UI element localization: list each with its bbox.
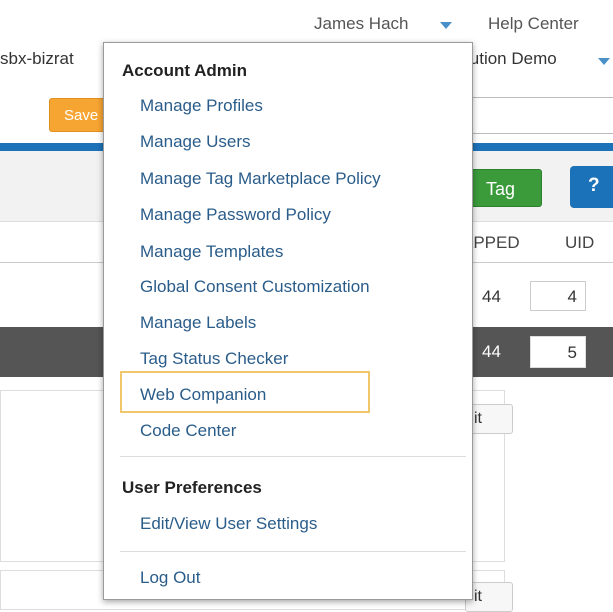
menu-item-edit-view-user-settings[interactable]: Edit/View User Settings	[140, 514, 317, 534]
help-center-link[interactable]: Help Center	[488, 14, 579, 34]
menu-item-manage-users[interactable]: Manage Users	[140, 132, 251, 152]
menu-heading-user-preferences: User Preferences	[122, 478, 262, 497]
menu-item-log-out[interactable]: Log Out	[140, 568, 201, 588]
menu-item-manage-password-policy[interactable]: Manage Password Policy	[140, 205, 331, 225]
user-menu-trigger[interactable]: James Hach	[314, 14, 408, 34]
row-uid-value: 4	[530, 281, 586, 311]
menu-item-manage-tag-marketplace-policy[interactable]: Manage Tag Marketplace Policy	[140, 169, 381, 189]
menu-item-manage-profiles[interactable]: Manage Profiles	[140, 96, 263, 116]
row-mapped-count: 44	[482, 342, 501, 361]
menu-item-global-consent-customization[interactable]: Global Consent Customization	[140, 277, 370, 297]
menu-item-manage-templates[interactable]: Manage Templates	[140, 242, 283, 262]
caret-down-icon[interactable]	[440, 22, 452, 29]
account-selector[interactable]: sbx-bizrat	[0, 49, 74, 69]
caret-down-icon[interactable]	[598, 58, 610, 65]
user-dropdown-menu: Account Admin Manage Profiles Manage Use…	[103, 42, 473, 600]
row-mapped-count: 44	[482, 287, 501, 306]
highlight-box	[120, 371, 370, 413]
menu-item-code-center[interactable]: Code Center	[140, 421, 236, 441]
column-header-uid[interactable]: UID	[565, 233, 594, 253]
menu-divider	[120, 456, 466, 457]
menu-divider	[120, 551, 466, 552]
help-button[interactable]: ?	[570, 166, 613, 208]
menu-item-tag-status-checker[interactable]: Tag Status Checker	[140, 349, 288, 369]
menu-item-manage-labels[interactable]: Manage Labels	[140, 313, 256, 333]
row-uid-value: 5	[530, 336, 586, 368]
menu-heading-account-admin: Account Admin	[122, 61, 247, 80]
profile-selector[interactable]: lution Demo	[466, 49, 557, 69]
